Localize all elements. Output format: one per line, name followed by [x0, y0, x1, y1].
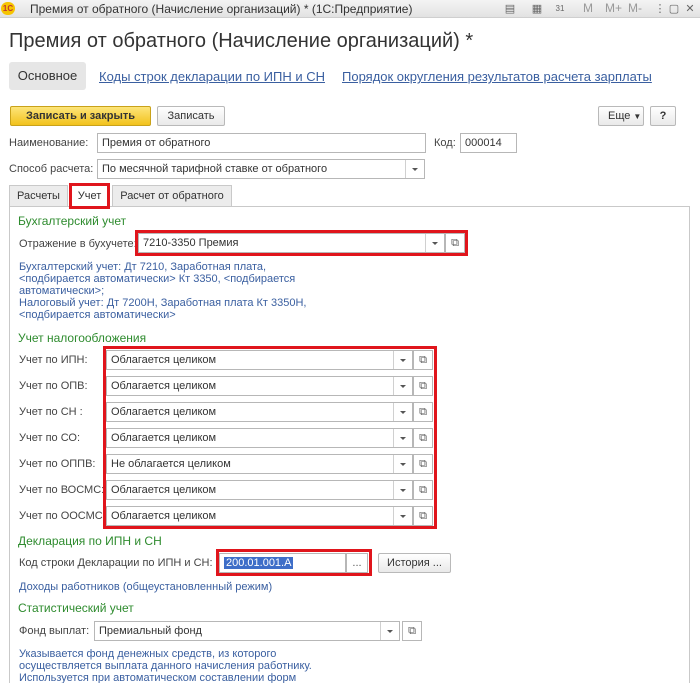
- calculator-icon[interactable]: ▦: [530, 2, 544, 16]
- name-input[interactable]: Премия от обратного: [97, 133, 426, 153]
- window-title: Премия от обратного (Начисление организа…: [30, 2, 413, 16]
- accounting-hint-line: автоматически>;: [19, 285, 105, 297]
- tax-dropdown-icon[interactable]: [393, 481, 412, 499]
- tax-label-oosms: Учет по ООСМС:: [19, 510, 106, 522]
- statistics-hint: Указывается фонд денежных средств, из ко…: [19, 648, 312, 683]
- code-input[interactable]: 000014: [460, 133, 517, 153]
- menu-icon[interactable]: ⋮: [653, 2, 667, 16]
- reflection-label: Отражение в бухучете:: [19, 238, 137, 250]
- declaration-code-input[interactable]: 200.01.001.А: [219, 553, 346, 573]
- fund-select[interactable]: Премиальный фонд: [94, 621, 400, 641]
- tax-label-so: Учет по СО:: [19, 432, 81, 444]
- app-logo-icon: 1С: [1, 2, 15, 15]
- link-rounding-order[interactable]: Порядок округления результатов расчета з…: [342, 69, 652, 84]
- tax-dropdown-icon[interactable]: [393, 377, 412, 395]
- tax-select-vosms[interactable]: Облагается целиком: [106, 480, 413, 500]
- statistics-hint-line: Используется при автоматическом составле…: [19, 672, 297, 683]
- history-button[interactable]: История ...: [378, 553, 451, 573]
- tax-select-sn[interactable]: Облагается целиком: [106, 402, 413, 422]
- tax-open-icon[interactable]: ⧉: [413, 506, 433, 526]
- tax-select-oosms[interactable]: Облагается целиком: [106, 506, 413, 526]
- tax-dropdown-icon[interactable]: [393, 455, 412, 473]
- declaration-select-button[interactable]: ...: [346, 553, 368, 573]
- calendar-icon[interactable]: 31: [553, 2, 567, 16]
- accounting-hint-line: Налоговый учет: Дт 7200Н, Заработная пла…: [19, 297, 307, 309]
- tax-select-so[interactable]: Облагается целиком: [106, 428, 413, 448]
- memory-plus-button[interactable]: M+: [605, 1, 622, 15]
- more-button[interactable]: Еще ▼: [598, 106, 644, 126]
- tax-select-oppv[interactable]: Не облагается целиком: [106, 454, 413, 474]
- accounting-hint-line: Бухгалтерский учет: Дт 7210, Заработная …: [19, 261, 267, 273]
- tax-open-icon[interactable]: ⧉: [413, 454, 433, 474]
- tax-open-icon[interactable]: ⧉: [413, 428, 433, 448]
- tax-open-icon[interactable]: ⧉: [413, 376, 433, 396]
- declaration-code-label: Код строки Декларации по ИПН и СН:: [19, 557, 213, 569]
- tax-label-ipn: Учет по ИПН:: [19, 354, 88, 366]
- fund-dropdown-icon[interactable]: [380, 622, 399, 640]
- chevron-down-icon: ▼: [633, 112, 642, 121]
- accounting-hint-line: <подбирается автоматически> Кт 3350, <по…: [19, 273, 296, 285]
- method-select[interactable]: По месячной тарифной ставке от обратного: [97, 159, 425, 179]
- tax-select-opv[interactable]: Облагается целиком: [106, 376, 413, 396]
- fund-label: Фонд выплат:: [19, 625, 90, 637]
- close-icon[interactable]: ✕: [683, 2, 697, 16]
- tax-label-oppv: Учет по ОППВ:: [19, 458, 96, 470]
- section-statistics: Статистический учет: [18, 601, 134, 615]
- tab-calculations[interactable]: Расчеты: [9, 185, 68, 207]
- reflection-open-icon[interactable]: ⧉: [445, 233, 465, 253]
- statistics-hint-line: осуществляется выплата данного начислени…: [19, 660, 312, 672]
- memory-minus-button[interactable]: M-: [628, 1, 642, 15]
- tax-open-icon[interactable]: ⧉: [413, 402, 433, 422]
- accounting-hint: Бухгалтерский учет: Дт 7210, Заработная …: [19, 261, 307, 321]
- save-and-close-button[interactable]: Записать и закрыть: [10, 106, 151, 126]
- window-titlebar: 1С Премия от обратного (Начисление орган…: [0, 0, 700, 18]
- tax-select-ipn[interactable]: Облагается целиком: [106, 350, 413, 370]
- reflection-select[interactable]: 7210-3350 Премия: [138, 233, 445, 253]
- method-dropdown-icon[interactable]: [405, 160, 424, 178]
- tab-reverse-calculation[interactable]: Расчет от обратного: [112, 185, 232, 207]
- tax-open-icon[interactable]: ⧉: [413, 480, 433, 500]
- tab-main[interactable]: Основное: [9, 62, 86, 90]
- income-type-link[interactable]: Доходы работников (общеустановленный реж…: [19, 581, 272, 593]
- statistics-hint-line: Указывается фонд денежных средств, из ко…: [19, 648, 277, 660]
- tax-label-sn: Учет по СН :: [19, 406, 83, 418]
- tab-accounting[interactable]: Учет: [70, 185, 109, 207]
- reflection-dropdown-icon[interactable]: [425, 234, 444, 252]
- help-button[interactable]: ?: [650, 106, 676, 126]
- tax-label-opv: Учет по ОПВ:: [19, 380, 88, 392]
- tax-label-vosms: Учет по ВОСМС:: [19, 484, 105, 496]
- tax-dropdown-icon[interactable]: [393, 351, 412, 369]
- save-button[interactable]: Записать: [157, 106, 225, 126]
- method-label: Способ расчета:: [9, 163, 94, 175]
- tax-open-icon[interactable]: ⧉: [413, 350, 433, 370]
- code-label: Код:: [434, 137, 456, 149]
- accounting-hint-line: <подбирается автоматически>: [19, 309, 176, 321]
- name-label: Наименование:: [9, 137, 89, 149]
- tax-dropdown-icon[interactable]: [393, 403, 412, 421]
- section-taxation: Учет налогообложения: [18, 331, 147, 345]
- tax-dropdown-icon[interactable]: [393, 429, 412, 447]
- minimize-icon[interactable]: ▢: [667, 2, 681, 16]
- link-declaration-codes[interactable]: Коды строк декларации по ИПН и СН: [99, 69, 325, 84]
- tax-dropdown-icon[interactable]: [393, 507, 412, 525]
- fund-open-icon[interactable]: ⧉: [402, 621, 422, 641]
- print-icon[interactable]: ▤: [503, 2, 517, 16]
- more-label: Еще: [608, 110, 631, 122]
- declaration-code-value: 200.01.001.А: [224, 557, 294, 569]
- section-accounting: Бухгалтерский учет: [18, 214, 127, 228]
- section-declaration: Декларация по ИПН и СН: [18, 534, 162, 548]
- memory-button[interactable]: M: [583, 1, 593, 15]
- page-title: Премия от обратного (Начисление организа…: [9, 30, 474, 52]
